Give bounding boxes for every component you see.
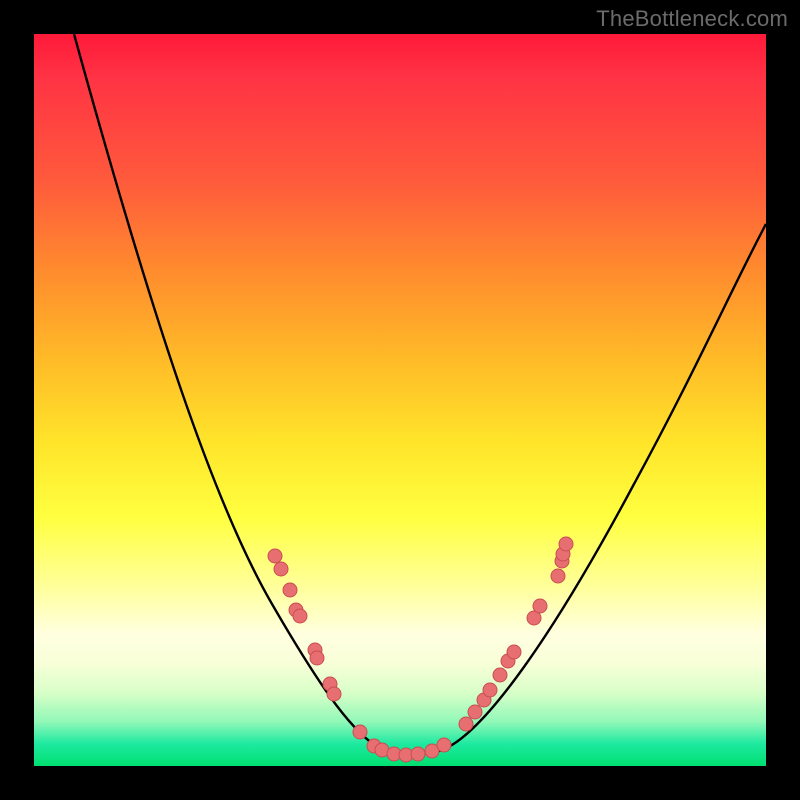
data-point (437, 738, 451, 752)
data-point (483, 683, 497, 697)
curve-layer (34, 34, 766, 766)
data-point (353, 725, 367, 739)
data-point (533, 599, 547, 613)
data-point (268, 549, 282, 563)
data-point (310, 651, 324, 665)
dots-right (459, 537, 573, 731)
dots-bottom (367, 738, 451, 762)
data-point (411, 747, 425, 761)
data-point (327, 687, 341, 701)
data-point (274, 562, 288, 576)
data-point (493, 668, 507, 682)
data-point (468, 705, 482, 719)
data-point (459, 717, 473, 731)
dots-left (268, 549, 367, 739)
plot-area (34, 34, 766, 766)
data-point (551, 569, 565, 583)
chart-frame: TheBottleneck.com (0, 0, 800, 800)
data-point (507, 645, 521, 659)
bottleneck-curve (74, 34, 766, 755)
data-point (283, 583, 297, 597)
watermark-text: TheBottleneck.com (596, 6, 788, 32)
data-point (559, 537, 573, 551)
data-point (293, 609, 307, 623)
